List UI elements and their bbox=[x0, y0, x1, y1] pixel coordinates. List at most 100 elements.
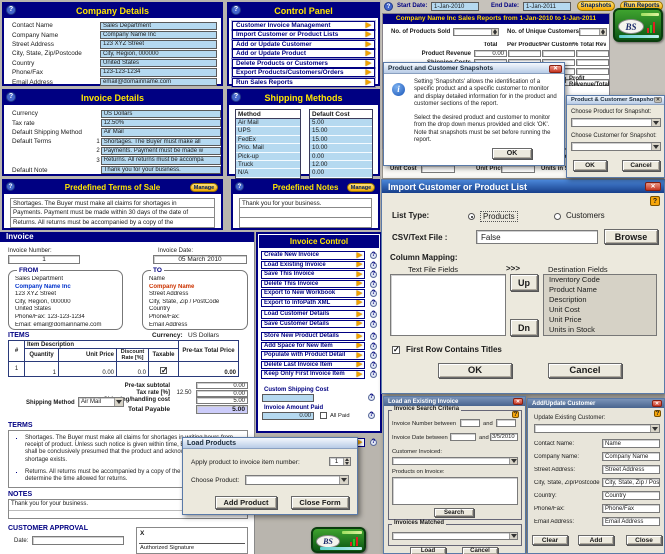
help-icon[interactable]: ? bbox=[370, 362, 377, 369]
first-row-checkbox[interactable] bbox=[392, 346, 400, 354]
products-radio-label[interactable]: Products bbox=[480, 211, 518, 222]
invoice-control-button[interactable]: Export to InfoPath XML▶ bbox=[261, 299, 365, 308]
note-row[interactable] bbox=[239, 218, 372, 228]
customers-radio[interactable] bbox=[554, 213, 561, 220]
cost-cell[interactable]: 5.00 bbox=[310, 119, 372, 127]
close-icon[interactable]: ✕ bbox=[652, 400, 662, 407]
to-line[interactable]: Country bbox=[149, 306, 247, 314]
unit-price-field[interactable] bbox=[501, 165, 535, 173]
help-icon[interactable]: ? bbox=[370, 321, 377, 328]
cost-cell[interactable]: 0.00 bbox=[310, 153, 372, 161]
help-icon[interactable]: ? bbox=[235, 182, 244, 191]
products-on-invoice-listbox[interactable] bbox=[392, 477, 518, 505]
add-button[interactable]: Add bbox=[578, 535, 614, 545]
method-cell[interactable]: Prio. Mail bbox=[236, 144, 300, 152]
invoice-control-button[interactable]: Load Customer Details▶ bbox=[261, 310, 365, 319]
snapshots-info-titlebar[interactable]: Product and Customer Snapshots✕ bbox=[384, 63, 564, 74]
field-input[interactable]: Phone/Fax bbox=[602, 504, 660, 513]
chevron-down-icon[interactable] bbox=[339, 476, 348, 484]
to-line[interactable]: Phone/Fax: bbox=[149, 314, 247, 322]
invoice-date-field[interactable]: 05 March 2010 bbox=[153, 255, 247, 264]
help-icon[interactable]: ? bbox=[231, 5, 241, 15]
field-input[interactable]: Email Address bbox=[602, 517, 660, 526]
field-value[interactable]: email@domainname.com bbox=[100, 78, 217, 86]
customers-radio-label[interactable]: Customers bbox=[566, 211, 605, 220]
invoice-control-button[interactable]: Store New Product Details▶ bbox=[261, 332, 365, 341]
close-icon[interactable]: ✕ bbox=[654, 97, 662, 103]
update-existing-combo[interactable] bbox=[534, 424, 660, 433]
field-value[interactable]: Returns. All returns must be accompa bbox=[101, 156, 221, 164]
dest-fields-listbox[interactable]: Inventory CodeProduct NameDescriptionUni… bbox=[543, 274, 657, 336]
help-icon[interactable]: ? bbox=[370, 300, 377, 307]
note-row[interactable] bbox=[239, 208, 372, 218]
invoice-number-field[interactable]: 1 bbox=[8, 255, 80, 264]
control-panel-button[interactable]: Import Customer or Product Lists ▶ bbox=[232, 30, 375, 39]
chevron-down-icon[interactable] bbox=[651, 119, 660, 126]
field-value[interactable]: 12.50% bbox=[101, 119, 221, 127]
cost-cell[interactable]: 15.00 bbox=[310, 136, 372, 144]
taxable-checkbox[interactable] bbox=[160, 367, 167, 374]
method-cell[interactable]: FedEx bbox=[236, 136, 300, 144]
search-button[interactable]: Search bbox=[434, 508, 474, 517]
chevron-down-icon[interactable] bbox=[651, 143, 660, 150]
note-row[interactable]: Thank you for your business. bbox=[239, 198, 372, 208]
field-value[interactable]: Shortages. The Buyer must make all bbox=[101, 138, 221, 146]
field-value[interactable]: Company Name Inc bbox=[100, 31, 217, 39]
dest-field-item[interactable]: Unit Price bbox=[544, 315, 656, 325]
unit-cost-field[interactable] bbox=[421, 165, 455, 173]
field-value[interactable]: US Dollars bbox=[101, 110, 221, 118]
dest-field-item[interactable]: Units in Stock bbox=[544, 325, 656, 335]
field-input[interactable]: Company Name bbox=[602, 452, 660, 461]
help-icon[interactable]: ? bbox=[512, 411, 519, 418]
chevron-down-icon[interactable] bbox=[650, 425, 659, 432]
amount-paid-field[interactable]: 0.00 bbox=[262, 412, 314, 420]
ok-button[interactable]: OK bbox=[573, 160, 607, 171]
help-icon[interactable]: ? bbox=[370, 371, 377, 378]
control-panel-button[interactable]: Delete Products or Customers ▶ bbox=[232, 59, 375, 68]
dest-field-item[interactable]: Inventory Code bbox=[544, 275, 656, 285]
close-icon[interactable]: ✕ bbox=[549, 65, 562, 73]
browse-button[interactable]: Browse bbox=[604, 229, 658, 244]
help-icon[interactable]: ? bbox=[370, 290, 377, 297]
dn-button[interactable]: Dn bbox=[510, 319, 538, 336]
customer-snapshot-dropdown[interactable] bbox=[571, 142, 661, 151]
term-row[interactable]: Returns. All returns must be accompanied… bbox=[10, 218, 215, 228]
add-customer-titlebar[interactable]: Add/Update Customer✕ bbox=[528, 399, 664, 408]
field-value[interactable]: Thank you for your business. bbox=[101, 166, 221, 174]
close-icon[interactable]: ✕ bbox=[513, 398, 523, 405]
help-icon[interactable]: ? bbox=[370, 352, 377, 359]
item-discount[interactable]: 0.0 bbox=[117, 362, 149, 377]
invoice-control-button[interactable]: Save Customer Details▶ bbox=[261, 320, 365, 329]
close-button[interactable]: Close bbox=[626, 535, 662, 545]
snapshot-picker-titlebar[interactable]: Product & Customer Snapshots✕ bbox=[567, 96, 664, 105]
term-row[interactable]: Payments. Payment must be made within 30… bbox=[10, 208, 215, 218]
field-value[interactable]: Sales Department bbox=[100, 22, 217, 30]
field-value[interactable]: City, Region, 000000 bbox=[100, 50, 217, 58]
field-value[interactable]: United States bbox=[100, 59, 217, 67]
ok-button[interactable]: OK bbox=[438, 363, 512, 378]
help-icon[interactable]: ? bbox=[370, 311, 377, 318]
field-input[interactable]: Street Address bbox=[602, 465, 660, 474]
invoice-control-button[interactable]: Load Existing Invoice▶ bbox=[261, 261, 365, 270]
dest-field-item[interactable]: Unit Cost bbox=[544, 305, 656, 315]
cost-cell[interactable]: 10.00 bbox=[310, 144, 372, 152]
chevron-down-icon[interactable] bbox=[114, 398, 123, 406]
method-cell[interactable]: Pick-up bbox=[236, 153, 300, 161]
spinner-icon[interactable] bbox=[599, 29, 606, 35]
help-icon[interactable]: ? bbox=[370, 252, 377, 259]
field-input[interactable]: Name bbox=[602, 439, 660, 448]
help-icon[interactable]: ? bbox=[370, 343, 377, 350]
source-fields-listbox[interactable] bbox=[390, 274, 506, 336]
help-icon[interactable]: ? bbox=[370, 333, 377, 340]
all-paid-checkbox[interactable] bbox=[320, 412, 327, 419]
control-panel-button[interactable]: Add or Update Customer ▶ bbox=[232, 40, 375, 49]
load-invoice-titlebar[interactable]: Load an Existing Invoice✕ bbox=[384, 397, 525, 406]
invoice-control-button[interactable]: Keep Only First Invoice Item▶ bbox=[261, 370, 365, 379]
clear-button[interactable]: Clear bbox=[532, 535, 568, 545]
product-snapshot-dropdown[interactable] bbox=[571, 118, 661, 127]
to-line[interactable]: City, State, Zip / PostCode bbox=[149, 299, 247, 307]
load-button[interactable]: Load bbox=[410, 547, 446, 554]
item-qty[interactable]: 1 bbox=[25, 362, 59, 377]
item-unit-price[interactable]: 0.00 bbox=[59, 362, 117, 377]
custom-shipping-field[interactable] bbox=[262, 394, 314, 402]
